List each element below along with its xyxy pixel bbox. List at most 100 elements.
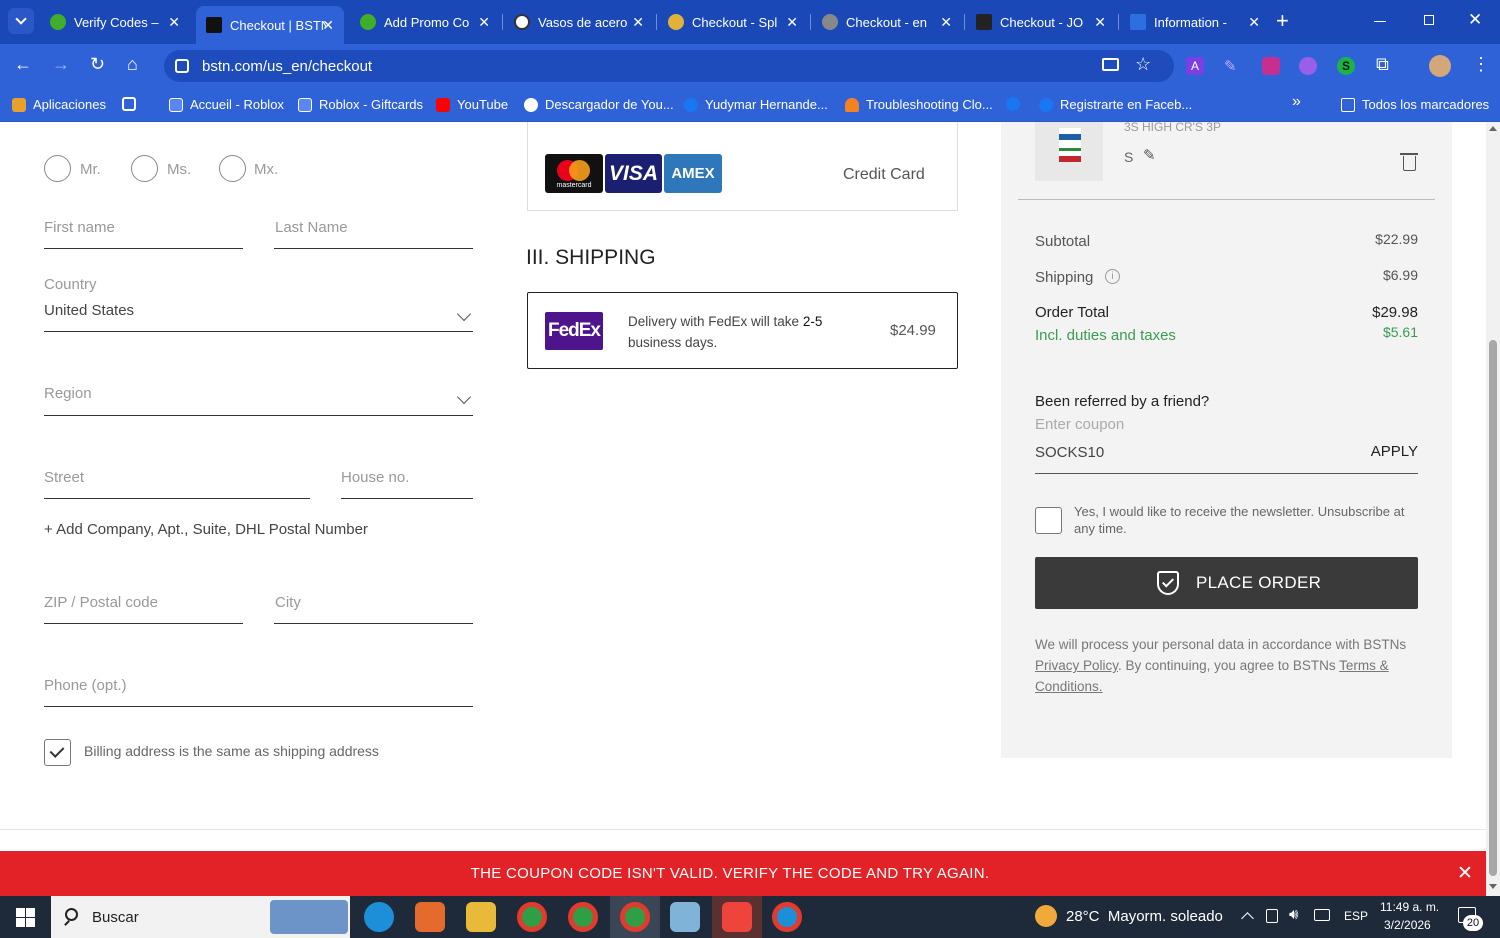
shipping-days: 2-5 [802,314,823,329]
search-icon [65,908,78,921]
close-icon[interactable]: ✕ [1248,14,1260,31]
clock-date[interactable]: 3/2/2026 [1384,918,1431,932]
extension-shield-icon[interactable] [1262,57,1280,75]
all-bookmarks-folder[interactable]: Todos los marcadores [1341,97,1489,112]
home-button[interactable]: ⌂ [127,54,138,75]
scroll-up-arrow[interactable] [1489,126,1497,131]
add-company-link[interactable]: + Add Company, Apt., Suite, DHL Postal N… [44,521,368,538]
language-indicator[interactable]: ESP [1344,909,1368,923]
close-icon[interactable]: ✕ [478,14,490,31]
edge-icon[interactable] [364,902,394,932]
reload-button[interactable]: ↻ [90,54,105,75]
bookmarks-overflow-button[interactable]: » [1292,93,1301,111]
tab-checkout-bstn[interactable]: Checkout | BSTN ✕ [196,6,344,44]
close-icon[interactable]: ✕ [786,14,798,31]
page-scrollbar[interactable] [1486,122,1500,896]
weather-text[interactable]: 28°C Mayorm. soleado [1066,908,1223,925]
extension-s-icon[interactable]: S [1337,57,1355,75]
tab-title: Verify Codes – [74,14,159,30]
notepad-icon[interactable] [670,902,700,932]
close-icon[interactable]: ✕ [1457,862,1473,885]
checkout-page: Mr. Ms. Mx. First name Last Name Country… [0,122,1486,896]
bookmark-troubleshooting[interactable]: Troubleshooting Clo... [845,97,993,112]
tab-checkout-jo[interactable]: Checkout - JO ✕ [966,6,1116,38]
tab-favicon [668,14,684,30]
tab-checkout-en[interactable]: Checkout - en ✕ [812,6,962,38]
trash-icon[interactable] [1400,153,1418,171]
scroll-down-arrow[interactable] [1489,884,1497,889]
restore-button[interactable] [1424,15,1434,25]
billing-same-checkbox[interactable] [44,739,71,766]
close-icon[interactable]: ✕ [940,14,952,31]
copilot-icon[interactable] [415,902,445,932]
install-app-icon[interactable] [1102,58,1119,71]
region-select[interactable] [44,382,473,416]
extensions-puzzle-icon[interactable]: ⧉ [1376,54,1389,75]
close-icon[interactable]: ✕ [1094,14,1106,31]
edit-pencil-icon[interactable]: ✎ [1143,146,1156,164]
windows-start-icon[interactable] [16,908,35,927]
menu-kebab-icon[interactable]: ⋮ [1472,54,1490,75]
volume-icon[interactable]: 🔊︎ [1289,906,1298,923]
newsletter-checkbox[interactable] [1035,507,1062,534]
extension-pen-icon[interactable]: ✎ [1224,57,1242,75]
notification-count-badge: 20 [1463,915,1483,931]
network-icon[interactable] [1266,909,1278,923]
apply-button[interactable]: APPLY [1371,443,1418,460]
bookmark-roblox[interactable]: Accueil - Roblox [169,97,284,112]
chrome-active-icon[interactable] [620,902,650,932]
city-field[interactable] [274,592,473,624]
info-icon[interactable]: i [1105,269,1120,284]
bookmark-youtube[interactable]: YouTube [436,97,508,112]
forward-button[interactable]: → [52,54,70,75]
shield-check-icon [1157,571,1179,595]
scrollbar-thumb[interactable] [1489,340,1497,876]
tab-checkout-spl[interactable]: Checkout - Spl ✕ [658,6,808,38]
title-radio-ms[interactable] [131,155,158,182]
tab-information[interactable]: Information - ✕ [1120,6,1270,38]
anydesk-icon[interactable] [722,902,752,932]
bookmark-apps[interactable]: Aplicaciones [12,97,106,112]
tray-chevron-up-icon[interactable] [1241,912,1254,925]
tab-favicon [822,14,838,30]
title-radio-mx[interactable] [219,155,246,182]
close-icon[interactable]: ✕ [632,14,644,31]
referral-title: Been referred by a friend? [1035,393,1210,410]
bookmark-grid-apps[interactable] [122,97,143,111]
chrome-icon[interactable] [517,902,547,932]
chrome-alt-icon[interactable] [772,902,802,932]
bookmark-roblox-giftcards[interactable]: Roblox - Giftcards [298,97,423,112]
bookmark-star-icon[interactable]: ☆ [1135,54,1151,75]
close-window-button[interactable]: ✕ [1468,10,1482,30]
new-tab-button[interactable]: + [1276,8,1289,34]
minimize-button[interactable] [1374,21,1386,22]
extension-disc-icon[interactable] [1299,57,1317,75]
tab-vasos[interactable]: Vasos de acero ✕ [504,6,654,38]
url-text[interactable]: bstn.com/us_en/checkout [202,58,372,75]
coupon-placeholder: Enter coupon [1035,416,1125,433]
extension-a-icon[interactable]: A [1186,57,1204,75]
bookmark-yudymar[interactable]: Yudymar Hernande... [684,97,828,112]
privacy-policy-link[interactable]: Privacy Policy [1035,658,1118,673]
chrome-profile-icon[interactable] [568,902,598,932]
clock-time[interactable]: 11:49 a. m. [1380,900,1439,914]
close-icon[interactable]: ✕ [168,14,180,31]
display-icon[interactable] [1314,909,1330,921]
file-explorer-icon[interactable] [466,902,496,932]
weather-icon[interactable] [1035,905,1057,927]
back-button[interactable]: ← [14,54,32,75]
tab-verify-codes[interactable]: Verify Codes – ✕ [40,6,190,38]
payment-option-card[interactable]: mastercard VISA AMEX Credit Card [527,122,958,211]
place-order-button[interactable]: PLACE ORDER [1035,557,1418,609]
close-icon[interactable]: ✕ [322,17,334,34]
checkmark-icon [49,743,65,758]
bookmark-descargador[interactable]: Descargador de You... [524,97,674,112]
bookmark-facebook[interactable] [1006,97,1027,111]
tab-add-promo[interactable]: Add Promo Co ✕ [350,6,500,38]
site-info-icon[interactable] [175,59,189,73]
profile-avatar[interactable] [1429,55,1451,77]
bookmark-registrarte[interactable]: Registrarte en Faceb... [1039,97,1192,112]
title-radio-mr[interactable] [44,155,71,182]
shipping-option-fedex[interactable]: FedEx Delivery with FedEx will take 2-5 … [527,292,958,369]
taskbar-search-box[interactable]: Buscar [51,896,350,938]
